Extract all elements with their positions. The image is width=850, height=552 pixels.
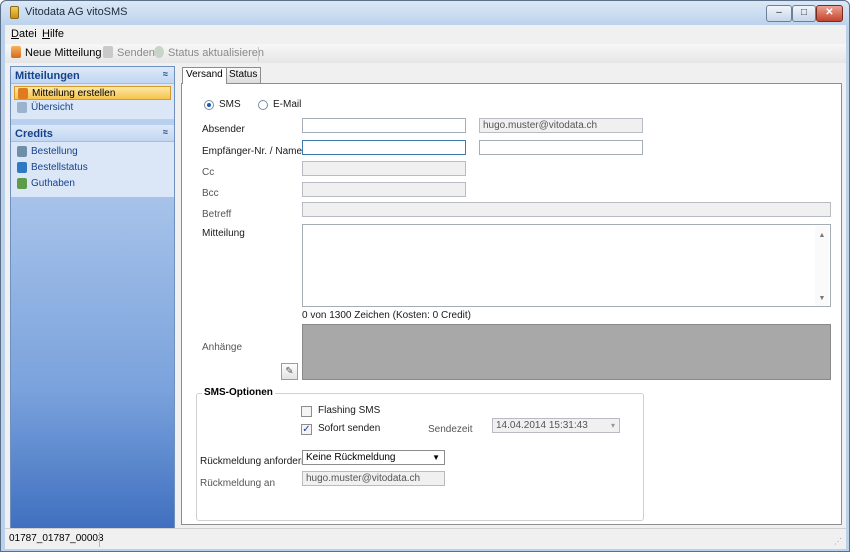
- order-icon: [17, 146, 27, 157]
- bcc-label: Bcc: [202, 188, 219, 199]
- collapse-chevron-icon[interactable]: ≈: [163, 69, 168, 79]
- versand-panel: SMS E-Mail Absender hugo.muster@vitodata…: [181, 83, 842, 525]
- feedback-label: Rückmeldung anfordern: [200, 456, 307, 467]
- char-count-text: 0 von 1300 Zeichen (Kosten: 0 Credit): [302, 310, 471, 321]
- flashing-sms-label: Flashing SMS: [318, 405, 381, 416]
- balance-icon: [17, 178, 27, 189]
- attachments-list[interactable]: [302, 324, 831, 380]
- sidebar-item-uebersicht[interactable]: Übersicht: [14, 101, 171, 115]
- send-icon: [103, 46, 113, 58]
- recipient-input[interactable]: [302, 140, 466, 155]
- status-separator: [99, 532, 100, 547]
- flashing-sms-checkbox[interactable]: [301, 406, 312, 417]
- email-radio[interactable]: [258, 100, 268, 110]
- sms-options-title: SMS-Optionen: [202, 387, 275, 398]
- status-bar: 01787_01787_00003 ⋰: [5, 528, 846, 549]
- new-message-button[interactable]: Neue Mitteilung: [11, 46, 101, 62]
- send-now-label: Sofort senden: [318, 423, 381, 434]
- collapse-chevron-icon[interactable]: ≈: [163, 127, 168, 137]
- sender-email-field: hugo.muster@vitodata.ch: [479, 118, 643, 133]
- bcc-input[interactable]: [302, 182, 466, 197]
- paperclip-icon: ✎: [285, 366, 294, 377]
- sender-input[interactable]: [302, 118, 466, 133]
- menu-hilfe[interactable]: Hilfe: [42, 28, 64, 40]
- sms-options-group: SMS-Optionen Flashing SMS ✓ Sofort sende…: [196, 387, 644, 521]
- order-status-icon: [17, 162, 27, 173]
- maximize-button[interactable]: □: [792, 5, 816, 22]
- send-time-picker[interactable]: 14.04.2014 15:31:43 ▾: [492, 418, 620, 433]
- email-radio-label: E-Mail: [273, 99, 302, 110]
- scroll-down-icon[interactable]: ▼: [815, 292, 829, 304]
- recipient-label: Empfänger-Nr. / Name: [202, 146, 303, 157]
- send-now-checkbox[interactable]: ✓: [301, 424, 312, 435]
- resize-grip-icon[interactable]: ⋰: [834, 537, 842, 546]
- sms-radio-label: SMS: [219, 99, 241, 110]
- close-button[interactable]: ✕: [816, 5, 843, 22]
- send-time-label: Sendezeit: [428, 424, 473, 435]
- window-title: Vitodata AG vitoSMS: [25, 6, 128, 18]
- minimize-button[interactable]: –: [766, 5, 792, 22]
- group-header-mitteilungen[interactable]: Mitteilungen ≈: [11, 67, 174, 84]
- message-scrollbar[interactable]: ▲ ▼: [815, 226, 829, 306]
- attachments-label: Anhänge: [202, 342, 243, 353]
- feedback-to-field: hugo.muster@vitodata.ch: [302, 471, 445, 486]
- sidebar-item-bestellstatus[interactable]: Bestellstatus: [14, 161, 171, 175]
- update-status-button[interactable]: Status aktualisieren: [154, 46, 264, 62]
- subject-label: Betreff: [202, 209, 232, 220]
- toolbar-separator: [258, 47, 259, 61]
- send-button[interactable]: Senden: [103, 46, 155, 62]
- tab-status[interactable]: Status: [225, 67, 262, 83]
- app-window: Vitodata AG vitoSMS – □ ✕ Datei Hilfe Ne…: [0, 0, 850, 552]
- group-body-credits: Bestellung Bestellstatus Guthaben: [11, 142, 174, 197]
- sidebar-item-bestellung[interactable]: Bestellung: [14, 145, 171, 159]
- group-body-mitteilungen: Mitteilung erstellen Übersicht: [11, 84, 174, 119]
- group-header-credits[interactable]: Credits ≈: [11, 125, 174, 142]
- message-edit-icon: [18, 88, 28, 99]
- message-textarea[interactable]: ▲ ▼: [302, 224, 831, 307]
- sender-label: Absender: [202, 124, 245, 135]
- message-label: Mitteilung: [202, 228, 245, 239]
- recipient-name-input[interactable]: [479, 140, 643, 155]
- scroll-up-icon[interactable]: ▲: [815, 229, 829, 241]
- subject-input[interactable]: [302, 202, 831, 217]
- calendar-dropdown-icon[interactable]: ▾: [611, 419, 615, 432]
- sidebar-item-mitteilung-erstellen[interactable]: Mitteilung erstellen: [14, 86, 171, 100]
- title-bar[interactable]: Vitodata AG vitoSMS – □ ✕: [1, 1, 849, 25]
- new-message-icon: [11, 46, 21, 58]
- app-icon: [10, 6, 19, 19]
- feedback-select[interactable]: Keine Rückmeldung ▼: [302, 450, 445, 465]
- cc-input[interactable]: [302, 161, 466, 176]
- menu-datei[interactable]: Datei: [11, 28, 37, 40]
- sidebar-item-guthaben[interactable]: Guthaben: [14, 177, 171, 191]
- refresh-icon: [154, 46, 164, 58]
- add-attachment-button[interactable]: ✎: [281, 363, 298, 380]
- menu-bar: Datei Hilfe: [5, 25, 846, 44]
- navigation-sidebar: Mitteilungen ≈ Mitteilung erstellen Über…: [10, 66, 175, 530]
- status-id-text: 01787_01787_00003: [9, 533, 104, 544]
- sms-radio[interactable]: [204, 100, 214, 110]
- client-area: Datei Hilfe Neue Mitteilung Senden Statu…: [5, 25, 846, 549]
- tab-versand[interactable]: Versand: [182, 67, 227, 84]
- overview-icon: [17, 102, 27, 113]
- cc-label: Cc: [202, 167, 215, 178]
- chevron-down-icon: ▼: [432, 453, 440, 462]
- feedback-to-label: Rückmeldung an: [200, 478, 276, 489]
- toolbar: Neue Mitteilung Senden Status aktualisie…: [5, 44, 846, 63]
